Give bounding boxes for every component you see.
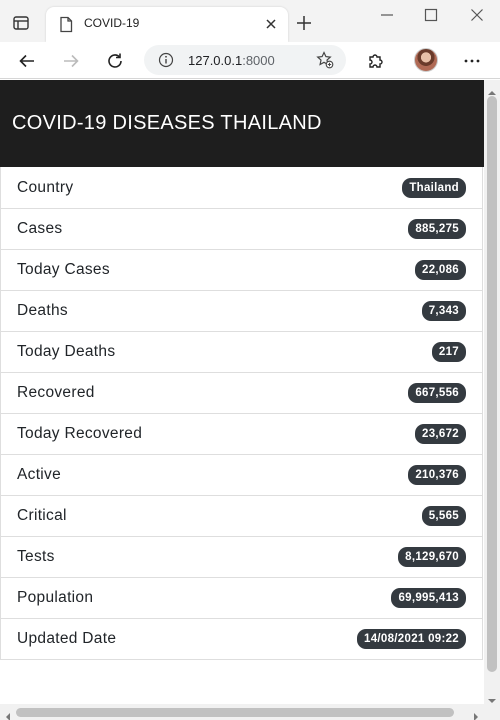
new-tab-icon[interactable] <box>296 15 312 31</box>
url-text: 127.0.0.1:8000 <box>188 53 275 68</box>
scroll-left-arrow-icon[interactable] <box>4 708 12 720</box>
stat-badge: 667,556 <box>408 383 466 403</box>
stat-row-population: Population 69,995,413 <box>1 577 482 618</box>
stat-row-cases: Cases 885,275 <box>1 208 482 249</box>
scroll-down-arrow-icon[interactable] <box>488 692 496 703</box>
tab-actions-icon[interactable] <box>12 14 30 32</box>
stat-label: Tests <box>17 548 55 565</box>
stat-row-active: Active 210,376 <box>1 454 482 495</box>
profile-avatar[interactable] <box>414 48 438 72</box>
stat-badge: 8,129,670 <box>398 547 466 567</box>
stats-list: Country Thailand Cases 885,275 Today Cas… <box>0 167 483 660</box>
address-bar[interactable]: 127.0.0.1:8000 <box>144 45 346 75</box>
stat-row-tests: Tests 8,129,670 <box>1 536 482 577</box>
vertical-scroll-thumb[interactable] <box>487 96 497 672</box>
close-tab-icon[interactable] <box>264 17 278 31</box>
stat-label: Cases <box>17 220 63 237</box>
scroll-right-arrow-icon[interactable] <box>472 708 480 720</box>
stat-label: Country <box>17 178 74 196</box>
stat-label: Critical <box>17 507 67 524</box>
stat-label: Today Deaths <box>17 343 116 360</box>
horizontal-scroll-thumb[interactable] <box>16 708 454 717</box>
stat-row-critical: Critical 5,565 <box>1 495 482 536</box>
add-favorite-icon[interactable] <box>316 51 334 69</box>
stat-badge: 14/08/2021 09:22 <box>357 629 466 649</box>
close-window-icon[interactable] <box>470 8 484 22</box>
stat-label: Today Cases <box>17 261 110 278</box>
stat-badge: 885,275 <box>408 219 466 239</box>
stat-badge: 5,565 <box>421 506 466 526</box>
stat-badge: 217 <box>431 342 466 362</box>
scroll-up-arrow-icon[interactable] <box>488 84 496 95</box>
more-menu-icon[interactable] <box>463 52 481 70</box>
page-icon <box>58 16 74 33</box>
stat-label: Population <box>17 589 94 606</box>
page-title: COVID-19 DISEASES THAILAND <box>12 112 322 134</box>
tab-strip: COVID-19 <box>0 0 500 42</box>
stat-row-deaths: Deaths 7,343 <box>1 290 482 331</box>
extensions-icon[interactable] <box>366 52 384 70</box>
tab-title: COVID-19 <box>84 16 140 30</box>
forward-arrow-icon[interactable] <box>62 52 80 70</box>
url-host: 127.0.0.1 <box>188 53 243 68</box>
reload-icon[interactable] <box>106 52 124 70</box>
stat-row-today-recovered: Today Recovered 23,672 <box>1 413 482 454</box>
stat-label: Active <box>17 466 62 483</box>
maximize-icon[interactable] <box>424 8 438 22</box>
stat-row-country: Country Thailand <box>1 167 482 208</box>
browser-toolbar: 127.0.0.1:8000 <box>0 42 500 79</box>
url-port: :8000 <box>242 53 275 68</box>
stat-badge: 210,376 <box>408 465 466 485</box>
page-content: COVID-19 DISEASES THAILAND Country Thail… <box>0 80 484 704</box>
stat-badge: 22,086 <box>415 260 466 280</box>
horizontal-scrollbar[interactable] <box>0 704 500 720</box>
stat-badge: 23,672 <box>415 424 466 444</box>
vertical-scrollbar[interactable] <box>484 80 500 704</box>
stat-label: Updated Date <box>17 630 117 647</box>
stat-badge: 69,995,413 <box>391 588 466 608</box>
stat-row-today-cases: Today Cases 22,086 <box>1 249 482 290</box>
stat-row-updated-date: Updated Date 14/08/2021 09:22 <box>1 618 482 659</box>
site-info-icon[interactable] <box>158 52 174 68</box>
stat-label: Today Recovered <box>17 425 143 442</box>
stat-row-recovered: Recovered 667,556 <box>1 372 482 413</box>
stat-label: Deaths <box>17 302 68 319</box>
tab-covid[interactable]: COVID-19 <box>46 7 288 42</box>
minimize-icon[interactable] <box>380 8 394 22</box>
stat-badge: 7,343 <box>421 301 466 321</box>
page-header: COVID-19 DISEASES THAILAND <box>0 80 484 167</box>
stat-label: Recovered <box>17 384 95 401</box>
stat-badge: Thailand <box>402 177 466 198</box>
stat-row-today-deaths: Today Deaths 217 <box>1 331 482 372</box>
back-arrow-icon[interactable] <box>18 52 36 70</box>
